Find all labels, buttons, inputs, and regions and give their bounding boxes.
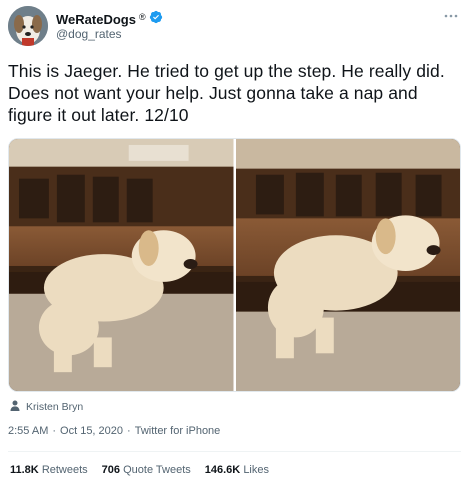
divider [8, 451, 461, 452]
quote-tweets-label: Quote Tweets [123, 464, 191, 476]
photo-credit: Kristen Bryn [10, 398, 83, 416]
meta-separator: · [127, 425, 131, 437]
meta-separator: · [52, 425, 57, 437]
retweets-count: 11.8K [10, 464, 39, 476]
tweet-photo[interactable] [235, 139, 460, 391]
retweets-stat[interactable]: 11.8K Retweets [10, 464, 88, 476]
person-icon [10, 398, 20, 416]
quote-tweets-count: 706 [101, 464, 121, 476]
tweet-date[interactable]: Oct 15, 2020 [60, 425, 123, 437]
avatar[interactable] [8, 6, 48, 46]
tweet-meta: 2:55 AM · Oct 15, 2020 · Twitter for iPh… [8, 425, 220, 437]
display-name[interactable]: WeRateDogs [56, 12, 136, 27]
tweet-photo[interactable] [9, 139, 234, 391]
retweets-label: Retweets [41, 464, 88, 476]
quote-tweets-stat[interactable]: 706 Quote Tweets [102, 464, 191, 476]
tweet-time[interactable]: 2:55 AM [8, 425, 48, 437]
tweet-source[interactable]: Twitter for iPhone [135, 425, 221, 437]
tweet-header: WeRateDogs ® @dog_rates [8, 6, 461, 46]
tweet-stats: 11.8K Retweets 706 Quote Tweets 146.6K L… [10, 464, 269, 476]
likes-count: 146.6K [204, 464, 241, 476]
likes-label: Likes [243, 464, 269, 476]
more-options-icon[interactable] [443, 8, 459, 18]
tweet-text: This is Jaeger. He tried to get up the s… [8, 61, 445, 125]
registered-mark: ® [138, 11, 146, 22]
tweet-media[interactable] [8, 138, 461, 392]
likes-stat[interactable]: 146.6K Likes [205, 464, 269, 476]
verified-badge-icon [149, 10, 163, 29]
photo-credit-name[interactable]: Kristen Bryn [26, 401, 83, 413]
user-handle[interactable]: @dog_rates [56, 27, 122, 41]
